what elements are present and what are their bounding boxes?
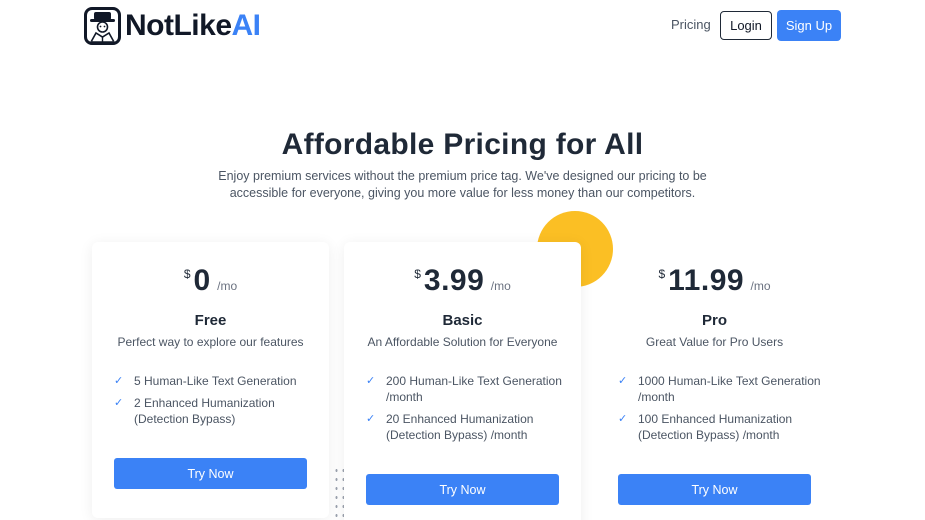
check-icon: ✓ [618, 413, 628, 425]
plan-name: Free [194, 312, 227, 329]
price: $3.99 /mo [344, 264, 581, 298]
feature-list: ✓ 1000 Human-Like Text Generation /month … [618, 373, 823, 449]
plan-name: Basic [442, 312, 483, 329]
feature-item: ✓ 100 Enhanced Humanization (Detection By… [618, 412, 793, 442]
check-icon: ✓ [366, 375, 376, 387]
login-button[interactable]: Login [720, 11, 772, 40]
page-title: Affordable Pricing for All [281, 128, 644, 161]
currency-symbol: $ [658, 267, 666, 281]
price-amount: 3.99 [423, 264, 485, 297]
price: $0 /mo [92, 264, 329, 298]
nav-pricing-link[interactable]: Pricing [671, 17, 711, 32]
plan-description: An Affordable Solution for Everyone [367, 335, 558, 349]
price-amount: 0 [193, 264, 211, 297]
plan-name: Pro [701, 312, 727, 329]
price-period: /mo [750, 279, 771, 293]
plan-description: Perfect way to explore our features [117, 335, 304, 349]
feature-list: ✓ 200 Human-Like Text Generation /month ✓… [366, 373, 571, 449]
feature-item: ✓ 200 Human-Like Text Generation /month [366, 374, 562, 404]
feature-item: ✓ 1000 Human-Like Text Generation /month [618, 374, 821, 404]
price-amount: 11.99 [668, 264, 745, 297]
page-subtitle: Enjoy premium services without the premi… [218, 169, 707, 200]
detective-logo-icon [84, 7, 121, 45]
price-period: /mo [490, 279, 511, 293]
pricing-card-free: $0 /mo Free Perfect way to explore our f… [92, 242, 329, 518]
plan-description: Great Value for Pro Users [645, 335, 784, 349]
currency-symbol: $ [414, 267, 421, 281]
signup-button[interactable]: Sign Up [777, 10, 841, 41]
pricing-card-pro: $11.99 /mo Pro Great Value for Pro Users… [596, 242, 833, 520]
logo-text: NotLikeAI [125, 9, 261, 42]
feature-item: ✓ 5 Human-Like Text Generation [114, 374, 297, 388]
try-now-button-pro[interactable]: Try Now [618, 474, 811, 505]
feature-item: ✓ 20 Enhanced Humanization (Detection Byp… [366, 412, 534, 442]
check-icon: ✓ [114, 375, 124, 387]
price: $11.99 /mo [596, 264, 833, 298]
check-icon: ✓ [114, 397, 124, 409]
try-now-button-free[interactable]: Try Now [114, 458, 307, 489]
feature-item: ✓ 2 Enhanced Humanization (Detection Bypa… [114, 396, 275, 426]
check-icon: ✓ [618, 375, 628, 387]
currency-symbol: $ [183, 267, 191, 281]
feature-list: ✓ 5 Human-Like Text Generation ✓ 2 Enhance… [114, 373, 319, 433]
try-now-button-basic[interactable]: Try Now [366, 474, 559, 505]
pricing-card-basic: $3.99 /mo Basic An Affordable Solution f… [344, 242, 581, 520]
logo[interactable]: NotLikeAI [84, 6, 261, 46]
price-period: /mo [217, 279, 238, 293]
check-icon: ✓ [366, 413, 376, 425]
